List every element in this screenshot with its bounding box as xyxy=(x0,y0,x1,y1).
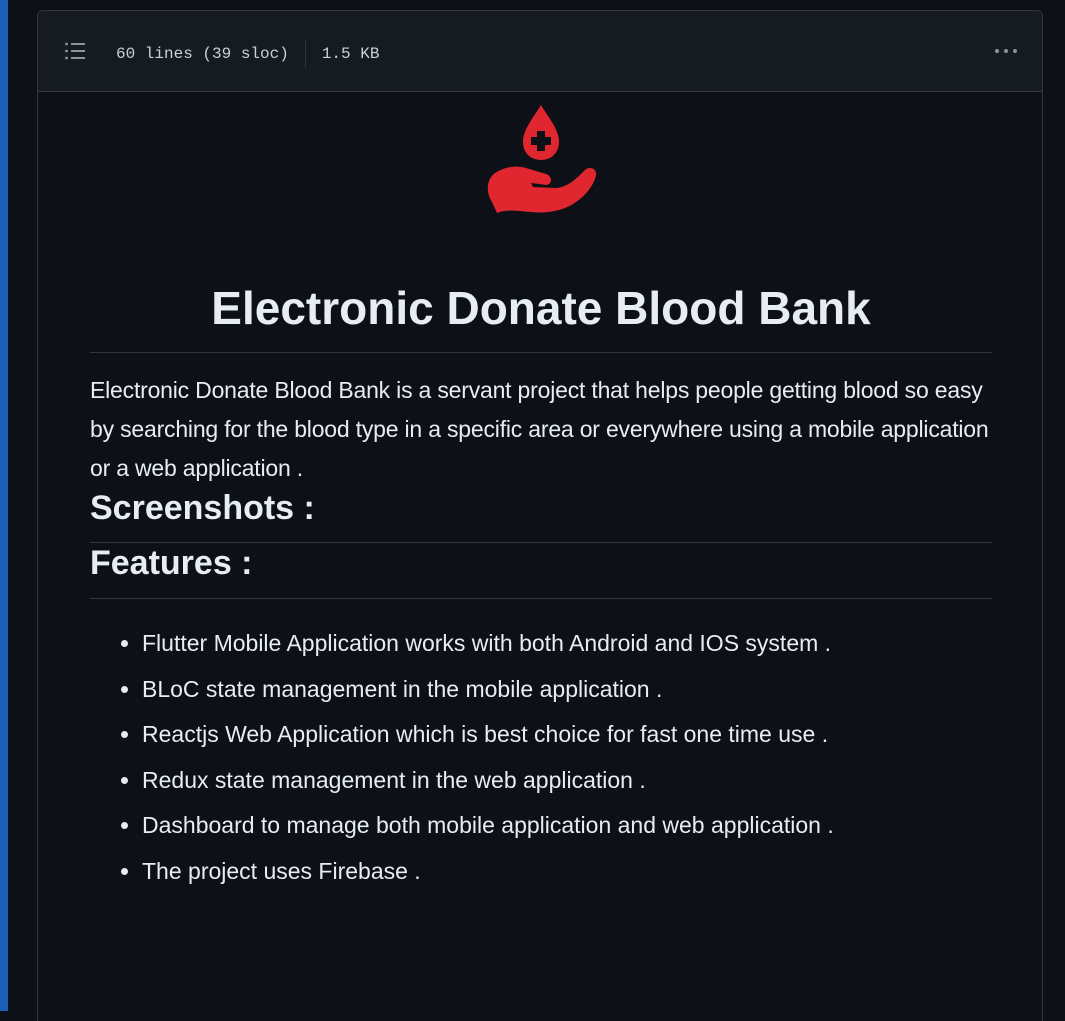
list-item: Flutter Mobile Application works with bo… xyxy=(142,621,992,667)
file-header: 60 lines (39 sloc) 1.5 KB xyxy=(38,11,1042,92)
list-item: BLoC state management in the mobile appl… xyxy=(142,667,992,713)
features-list: Flutter Mobile Application works with bo… xyxy=(90,621,992,894)
list-item: Dashboard to manage both mobile applicat… xyxy=(142,803,992,849)
project-description: Electronic Donate Blood Bank is a servan… xyxy=(90,376,989,481)
info-divider xyxy=(304,40,306,68)
file-viewer: 60 lines (39 sloc) 1.5 KB Electronic Don… xyxy=(37,10,1043,1021)
readme-content: Electronic Donate Blood Bank Electronic … xyxy=(90,92,992,894)
list-item: Reactjs Web Application which is best ch… xyxy=(142,712,992,758)
line-count: 60 lines (39 sloc) xyxy=(116,45,289,63)
window-left-edge xyxy=(0,0,8,1011)
kebab-horizontal-icon[interactable] xyxy=(992,42,1020,60)
features-heading: Features : xyxy=(90,543,992,600)
blood-donation-hand-icon xyxy=(487,105,597,213)
list-item: The project uses Firebase . xyxy=(142,849,992,895)
file-size: 1.5 KB xyxy=(321,45,380,63)
screenshots-heading: Screenshots : xyxy=(90,488,992,544)
list-item: Redux state management in the web applic… xyxy=(142,758,992,804)
file-info: 60 lines (39 sloc) 1.5 KB xyxy=(116,40,379,68)
list-unordered-icon[interactable] xyxy=(64,41,86,61)
readme-title: Electronic Donate Blood Bank xyxy=(90,283,992,353)
